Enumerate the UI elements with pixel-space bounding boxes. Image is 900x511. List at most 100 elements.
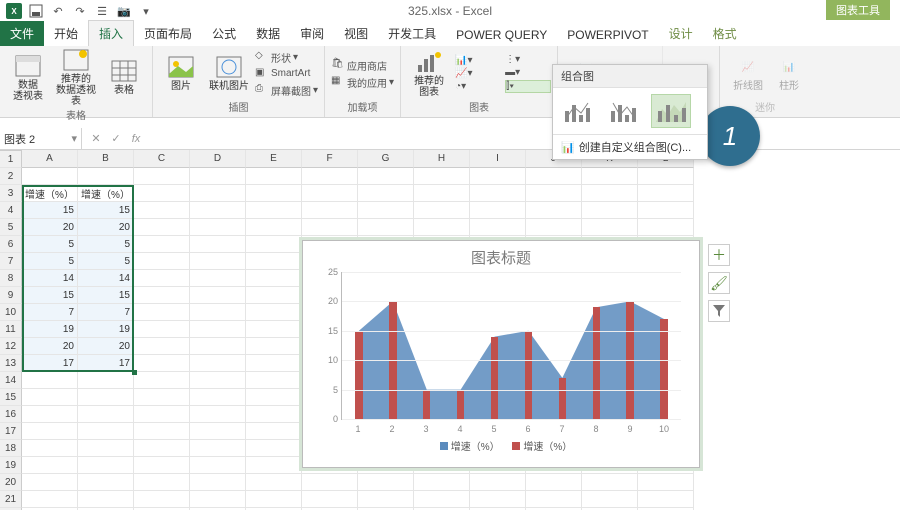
row-header[interactable]: 19 xyxy=(0,457,22,474)
cell[interactable]: 15 xyxy=(78,202,134,219)
tab-developer[interactable]: 开发工具 xyxy=(378,21,446,46)
cell[interactable] xyxy=(78,389,134,406)
cell[interactable]: 5 xyxy=(78,253,134,270)
combo-option-3[interactable] xyxy=(651,94,691,128)
cell[interactable] xyxy=(190,457,246,474)
row-header[interactable]: 2 xyxy=(0,168,22,185)
cell[interactable] xyxy=(134,406,190,423)
row-header[interactable]: 5 xyxy=(0,219,22,236)
cell[interactable] xyxy=(190,304,246,321)
cell[interactable] xyxy=(190,423,246,440)
cell[interactable] xyxy=(358,491,414,508)
dropdown-custom[interactable]: 📊创建自定义组合图(C)... xyxy=(553,134,707,159)
cell[interactable] xyxy=(246,491,302,508)
cell[interactable] xyxy=(134,338,190,355)
cell[interactable] xyxy=(246,440,302,457)
cell[interactable] xyxy=(190,389,246,406)
cell[interactable] xyxy=(246,202,302,219)
cell[interactable] xyxy=(134,202,190,219)
cell[interactable] xyxy=(470,491,526,508)
cell[interactable] xyxy=(134,508,190,510)
chart-styles-button[interactable]: 🖌 xyxy=(708,272,730,294)
more-icon[interactable]: ▾ xyxy=(138,3,154,19)
cell[interactable] xyxy=(246,185,302,202)
cell[interactable] xyxy=(414,508,470,510)
cell[interactable] xyxy=(526,491,582,508)
cell[interactable] xyxy=(358,219,414,236)
cell[interactable] xyxy=(134,440,190,457)
cell[interactable]: 14 xyxy=(78,270,134,287)
cell[interactable] xyxy=(78,406,134,423)
row-header[interactable]: 13 xyxy=(0,355,22,372)
col-header[interactable]: D xyxy=(190,150,246,168)
cell[interactable] xyxy=(582,185,638,202)
cell[interactable] xyxy=(246,219,302,236)
tab-insert[interactable]: 插入 xyxy=(88,20,134,46)
cell[interactable] xyxy=(302,508,358,510)
cell[interactable] xyxy=(302,185,358,202)
excel-icon[interactable]: X xyxy=(6,3,22,19)
cell[interactable] xyxy=(582,508,638,510)
smartart-button[interactable]: ▣SmartArt xyxy=(255,67,318,81)
cell[interactable] xyxy=(414,202,470,219)
cell[interactable] xyxy=(190,287,246,304)
cell[interactable]: 5 xyxy=(78,236,134,253)
cell[interactable] xyxy=(414,185,470,202)
name-box[interactable]: 图表 2▾ xyxy=(0,128,82,150)
chart-legend[interactable]: 增速（%） 增速（%） xyxy=(303,434,699,457)
cell[interactable] xyxy=(134,491,190,508)
chart-plot-area[interactable]: 0510152025 xyxy=(341,272,681,420)
cell[interactable] xyxy=(134,372,190,389)
chart-type-scatter[interactable]: ⋮▾ xyxy=(505,54,551,65)
row-header[interactable]: 18 xyxy=(0,440,22,457)
tab-file[interactable]: 文件 xyxy=(0,21,44,46)
cell[interactable] xyxy=(134,219,190,236)
cell[interactable] xyxy=(134,389,190,406)
cell[interactable] xyxy=(526,185,582,202)
row-header[interactable]: 12 xyxy=(0,338,22,355)
row-header[interactable]: 20 xyxy=(0,474,22,491)
myapps-button[interactable]: ▦我的应用 ▾ xyxy=(331,75,394,90)
cell[interactable] xyxy=(246,406,302,423)
cell[interactable] xyxy=(22,440,78,457)
cell[interactable] xyxy=(78,474,134,491)
row-header[interactable]: 11 xyxy=(0,321,22,338)
cell[interactable] xyxy=(190,253,246,270)
cell[interactable] xyxy=(190,474,246,491)
cell[interactable] xyxy=(246,253,302,270)
cell[interactable] xyxy=(134,270,190,287)
cell[interactable] xyxy=(246,457,302,474)
undo-icon[interactable]: ↶ xyxy=(50,3,66,19)
row-header[interactable]: 17 xyxy=(0,423,22,440)
col-header[interactable]: G xyxy=(358,150,414,168)
chart-title[interactable]: 图表标题 xyxy=(303,241,699,270)
cell[interactable] xyxy=(470,168,526,185)
tab-format[interactable]: 格式 xyxy=(703,21,747,46)
cell[interactable] xyxy=(22,423,78,440)
row-header[interactable]: 22 xyxy=(0,508,22,510)
cell[interactable] xyxy=(302,474,358,491)
cell[interactable] xyxy=(190,491,246,508)
pivot-table-button[interactable]: 数据 透视表 xyxy=(6,54,50,102)
chart-type-line[interactable]: 📈▾ xyxy=(455,68,501,79)
cell[interactable] xyxy=(302,202,358,219)
cell[interactable] xyxy=(246,423,302,440)
cell[interactable] xyxy=(246,355,302,372)
cell[interactable] xyxy=(190,406,246,423)
cell[interactable] xyxy=(638,508,694,510)
col-header[interactable]: B xyxy=(78,150,134,168)
cell[interactable] xyxy=(134,321,190,338)
cell[interactable] xyxy=(134,355,190,372)
cell[interactable] xyxy=(470,508,526,510)
appstore-button[interactable]: 🛍应用商店 xyxy=(331,58,394,73)
cell[interactable]: 15 xyxy=(22,202,78,219)
redo-icon[interactable]: ↷ xyxy=(72,3,88,19)
table-button[interactable]: 表格 xyxy=(102,59,146,96)
touch-icon[interactable]: ☰ xyxy=(94,3,110,19)
cell[interactable] xyxy=(470,474,526,491)
chart-type-combo[interactable]: ⫿▾ xyxy=(505,80,551,93)
cell[interactable] xyxy=(78,457,134,474)
cell[interactable] xyxy=(134,168,190,185)
cell[interactable] xyxy=(526,168,582,185)
cell[interactable] xyxy=(78,423,134,440)
